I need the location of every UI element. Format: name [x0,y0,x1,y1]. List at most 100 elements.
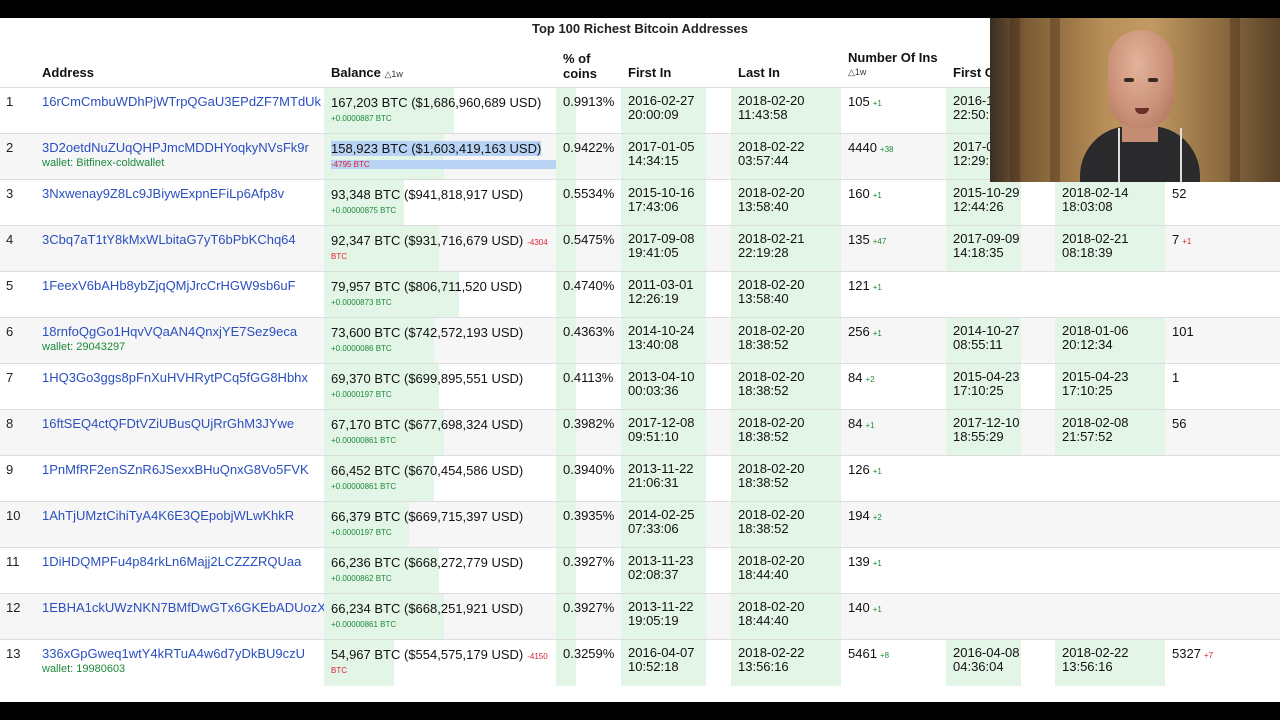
address-cell: 3Nxwenay9Z8Lc9JBiywExpnEFiLp6Afp8v [42,180,324,226]
balance-delta-inline: -4304 [527,238,548,247]
first-in-time: 19:41:05 [628,245,679,260]
wallet-link[interactable]: wallet: 19980603 [42,663,324,675]
first-out-date: 2015-10-29 [953,185,1020,200]
first-out-cell [946,548,1056,594]
address-cell: 16rCmCmbuWDhPjWTrpQGaU3EPdZF7MTdUk [42,88,324,134]
address-link[interactable]: 18rnfoQgGo1HqvVQaAN4QnxjYE7Sez9eca [42,324,324,339]
address-cell: 1AhTjUMztCihiTyA4K6E3QEpobjWLwKhkR [42,502,324,548]
address-link[interactable]: 16rCmCmbuWDhPjWTrpQGaU3EPdZF7MTdUk [42,94,324,109]
address-link[interactable]: 3Cbq7aT1tY8kMxWLbitaG7yT6bPbKChq64 [42,232,324,247]
address-link[interactable]: 1FeexV6bAHb8ybZjqQMjJrcCrHGW9sb6uF [42,278,324,293]
address-link[interactable]: 3D2oetdNuZUqQHPJmcMDDHYoqkyNVsFk9r [42,140,324,155]
rank-cell: 13 [6,646,21,661]
table-row: 10 1AhTjUMztCihiTyA4K6E3QEpobjWLwKhkR 66… [0,501,1280,548]
header-first-out[interactable]: First O [953,65,995,80]
table-row: 8 16ftSEQ4ctQFDtVZiUBusQUjRrGhM3JYwe 67,… [0,409,1280,456]
first-out-cell: 2016-04-08 04:36:04 [946,640,1056,686]
header-pct-coins[interactable]: % of coins [563,51,597,81]
last-out-time: 18:03:08 [1062,199,1113,214]
first-in-date: 2014-02-25 [628,507,695,522]
last-in-date: 2018-02-21 [738,231,805,246]
last-out-time: 17:10:25 [1062,383,1113,398]
header-ins-label: Number Of Ins [848,50,938,65]
first-in-time: 10:52:18 [628,659,679,674]
first-in-cell: 2013-04-10 00:03:36 [621,364,731,410]
rank-cell: 8 [6,416,14,431]
pct-cell: 0.3940% [563,462,615,477]
address-link[interactable]: 1DiHDQMPFu4p84rkLn6Majj2LCZZZRQUaa [42,554,324,569]
balance-delta: +0.0000873 BTC [331,298,392,307]
outs-cell [1165,456,1245,502]
balance-delta: BTC [331,252,347,261]
last-out-date: 2018-02-08 [1062,415,1129,430]
address-link[interactable]: 336xGpGweq1wtY4kRTuA4w6d7yDkBU9czU [42,646,324,661]
first-in-time: 12:26:19 [628,291,679,306]
first-out-date: 2017-09-09 [953,231,1020,246]
last-out-cell: 2015-04-23 17:10:25 [1055,364,1165,410]
first-in-cell: 2016-04-07 10:52:18 [621,640,731,686]
pct-cell: 0.3927% [563,554,615,569]
last-out-cell [1055,456,1165,502]
last-out-cell: 2018-02-22 13:56:16 [1055,640,1165,686]
balance-delta: +0.0000887 BTC [331,114,392,123]
first-in-date: 2011-03-01 [628,277,694,292]
address-cell: 1FeexV6bAHb8ybZjqQMjJrcCrHGW9sb6uF [42,272,324,318]
ins-count: 121 [848,278,870,293]
ins-delta: +38 [879,145,894,154]
last-in-cell: 2018-02-20 18:38:52 [731,456,841,502]
first-in-cell: 2017-09-08 19:41:05 [621,226,731,272]
rank-cell: 3 [6,186,14,201]
balance-value: 167,203 BTC ($1,686,960,689 USD) [331,95,542,110]
first-in-date: 2013-04-10 [628,369,695,384]
rank-cell: 1 [6,94,14,109]
balance-value: 92,347 BTC ($931,716,679 USD) [331,233,524,248]
balance-cell: 158,923 BTC ($1,603,419,163 USD) -4795 B… [324,134,556,180]
webcam-overlay [990,18,1280,182]
address-link[interactable]: 16ftSEQ4ctQFDtVZiUBusQUjRrGhM3JYwe [42,416,324,431]
header-balance[interactable]: Balance △1w [331,65,403,82]
balance-value: 69,370 BTC ($699,895,551 USD) [331,371,524,386]
outs-cell [1165,272,1245,318]
balance-delta-inline: -4150 [527,652,548,661]
header-ins-delta: △1w [848,67,867,77]
last-in-date: 2018-02-20 [738,369,805,384]
first-out-date: 2014-10-27 [953,323,1020,338]
balance-cell: 69,370 BTC ($699,895,551 USD) +0.0000197… [324,364,556,410]
last-out-time: 08:18:39 [1062,245,1113,260]
last-in-cell: 2018-02-20 18:38:52 [731,410,841,456]
balance-delta: +0.0000086 BTC [331,344,392,353]
last-in-time: 03:57:44 [738,153,789,168]
header-last-in[interactable]: Last In [738,65,780,80]
balance-cell: 93,348 BTC ($941,818,917 USD) +0.0000087… [324,180,556,226]
address-cell: 1HQ3Go3ggs8pFnXuHVHRytPCq5fGG8Hbhx [42,364,324,410]
first-out-date: 2016-04-08 [953,645,1020,660]
wallet-link[interactable]: wallet: 29043297 [42,341,324,353]
last-out-cell: 2018-02-21 08:18:39 [1055,226,1165,272]
header-number-of-ins[interactable]: Number Of Ins △1w [848,50,938,80]
balance-value: 66,452 BTC ($670,454,586 USD) [331,463,524,478]
address-link[interactable]: 1PnMfRF2enSZnR6JSexxBHuQnxG8Vo5FVK [42,462,324,477]
address-link[interactable]: 1EBHA1ckUWzNKN7BMfDwGTx6GKEbADUozX [42,600,326,615]
first-in-cell: 2017-01-05 14:34:15 [621,134,731,180]
last-in-time: 13:58:40 [738,291,789,306]
last-in-cell: 2018-02-20 18:44:40 [731,548,841,594]
address-link[interactable]: 1AhTjUMztCihiTyA4K6E3QEpobjWLwKhkR [42,508,324,523]
ins-count: 105 [848,94,870,109]
last-out-date: 2018-01-06 [1062,323,1129,338]
last-in-cell: 2018-02-20 18:44:40 [731,594,841,640]
wallet-link[interactable]: wallet: Bitfinex-coldwallet [42,157,324,169]
last-in-cell: 2018-02-20 18:38:52 [731,318,841,364]
first-in-cell: 2015-10-16 17:43:06 [621,180,731,226]
ins-count: 139 [848,554,870,569]
address-link[interactable]: 3Nxwenay9Z8Lc9JBiywExpnEFiLp6Afp8v [42,186,324,201]
ins-cell: 84 +2 [841,364,946,410]
last-in-date: 2018-02-20 [738,599,805,614]
first-in-date: 2013-11-22 [628,461,694,476]
ins-delta: +8 [879,651,890,660]
ins-delta: +2 [872,513,882,522]
header-address[interactable]: Address [42,65,94,80]
header-first-in[interactable]: First In [628,65,671,80]
last-in-date: 2018-02-20 [738,461,805,476]
balance-value: 73,600 BTC ($742,572,193 USD) [331,325,524,340]
address-link[interactable]: 1HQ3Go3ggs8pFnXuHVHRytPCq5fGG8Hbhx [42,370,324,385]
